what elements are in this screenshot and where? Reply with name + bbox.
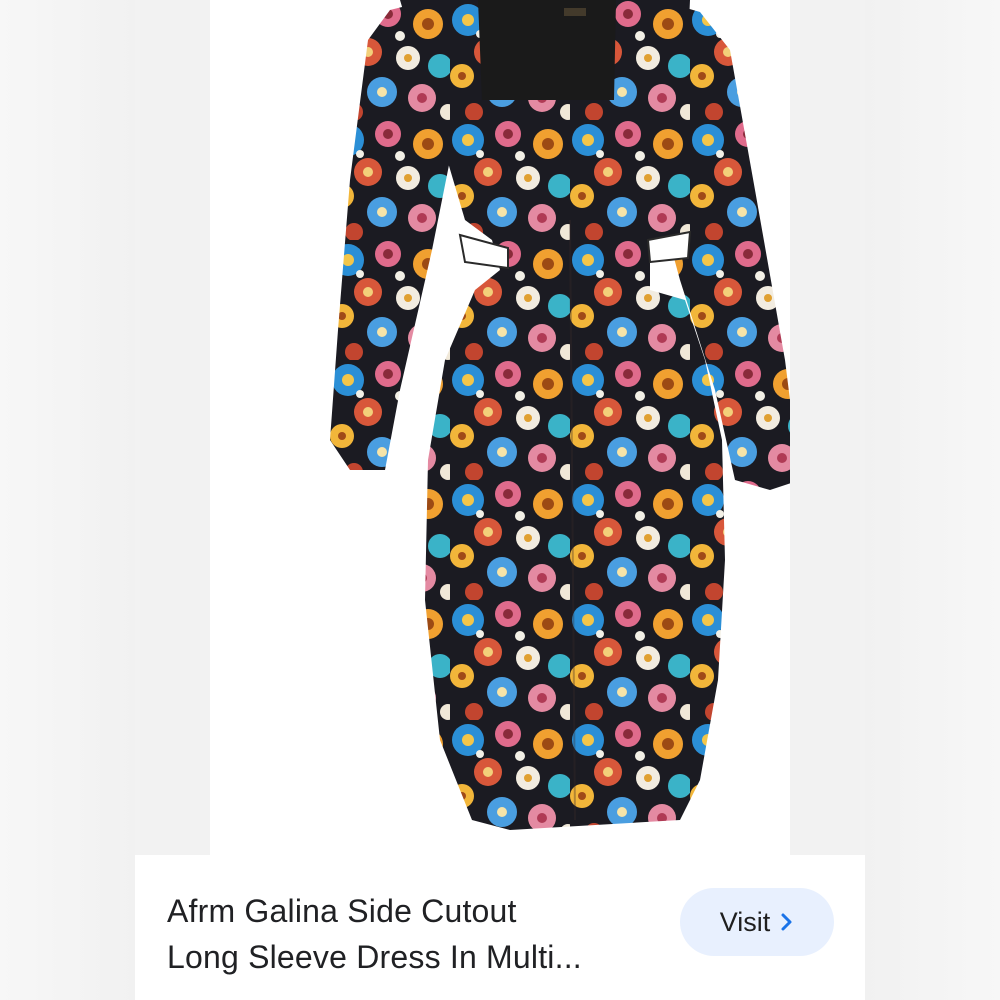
left-backdrop — [0, 0, 135, 1000]
right-backdrop — [865, 0, 1000, 1000]
product-card[interactable]: Afrm Galina Side Cutout Long Sleeve Dres… — [135, 0, 865, 1000]
chevron-right-icon — [780, 912, 794, 932]
product-title-line-1: Afrm Galina Side Cutout — [167, 893, 517, 929]
product-image[interactable] — [210, 0, 790, 855]
product-title-line-2: Long Sleeve Dress In Multi... — [167, 939, 582, 975]
dress-illustration — [330, 0, 790, 830]
visit-button[interactable]: Visit — [680, 888, 834, 956]
visit-button-label: Visit — [719, 906, 771, 937]
product-title[interactable]: Afrm Galina Side Cutout Long Sleeve Dres… — [167, 888, 647, 980]
product-image-area — [135, 0, 865, 855]
